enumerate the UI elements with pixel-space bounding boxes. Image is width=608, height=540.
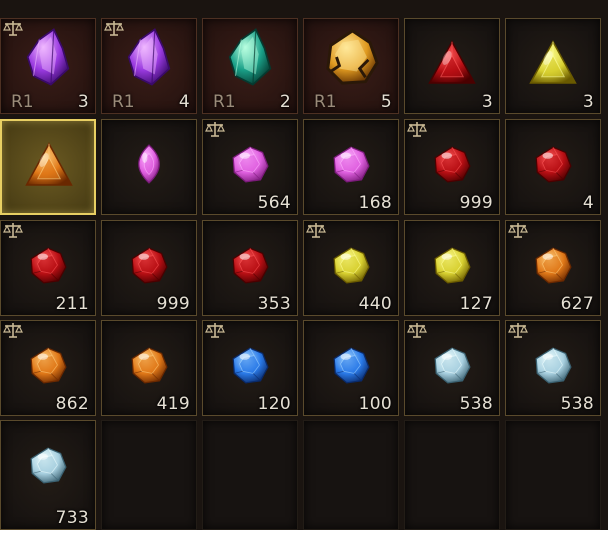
inventory-slot[interactable]: 211 bbox=[0, 220, 96, 316]
red-gem-icon bbox=[232, 247, 269, 284]
purple-crystal-icon bbox=[26, 28, 70, 86]
item-count: 733 bbox=[55, 508, 89, 528]
item-count: 211 bbox=[55, 294, 89, 314]
scale-icon bbox=[104, 21, 124, 36]
pink-marquise-gem-icon bbox=[138, 144, 160, 184]
item-count: 5 bbox=[380, 92, 392, 112]
item-count: 4 bbox=[582, 193, 594, 213]
pale-blue-gem-icon bbox=[434, 347, 471, 384]
item-count: 168 bbox=[358, 193, 392, 213]
rune-rank-label: R1 bbox=[314, 92, 337, 112]
item-count: 999 bbox=[156, 294, 190, 314]
inventory-slot[interactable]: R1 3 bbox=[0, 18, 96, 114]
item-count: 538 bbox=[560, 394, 594, 414]
pale-blue-gem-icon bbox=[30, 447, 67, 484]
blue-gem-icon bbox=[232, 347, 269, 384]
item-count: 999 bbox=[459, 193, 493, 213]
item-count: 100 bbox=[358, 394, 392, 414]
amber-crystal-icon bbox=[326, 29, 379, 85]
inventory-slot[interactable]: R1 4 bbox=[101, 18, 197, 114]
empty-slot[interactable] bbox=[101, 420, 197, 530]
item-count: 127 bbox=[459, 294, 493, 314]
inventory-slot[interactable]: 999 bbox=[101, 220, 197, 316]
scale-icon bbox=[407, 323, 427, 338]
scale-icon bbox=[306, 223, 326, 238]
scale-icon bbox=[508, 323, 528, 338]
blue-gem-icon bbox=[333, 347, 370, 384]
orange-gem-icon bbox=[535, 247, 572, 284]
item-count: 3 bbox=[582, 92, 594, 112]
inventory-slot[interactable]: 440 bbox=[303, 220, 399, 316]
item-count: 627 bbox=[560, 294, 594, 314]
red-gem-icon bbox=[30, 247, 67, 284]
empty-slot[interactable] bbox=[202, 420, 298, 530]
scale-icon bbox=[3, 323, 23, 338]
item-count: 564 bbox=[257, 193, 291, 213]
inventory-slot[interactable]: R1 5 bbox=[303, 18, 399, 114]
orange-gem-icon bbox=[30, 347, 67, 384]
red-gem-icon bbox=[434, 146, 471, 183]
inventory-grid: R1 3 R1 4 R1 2 R1 5 3 3 564 168 999 4 211 999 353 440 127 6… bbox=[0, 0, 608, 530]
yellow-gem-icon bbox=[333, 247, 370, 284]
inventory-slot[interactable]: 127 bbox=[404, 220, 500, 316]
inventory-slot[interactable]: 120 bbox=[202, 320, 298, 416]
scale-icon bbox=[3, 21, 23, 36]
inventory-slot[interactable]: 353 bbox=[202, 220, 298, 316]
inventory-slot[interactable]: 862 bbox=[0, 320, 96, 416]
purple-crystal-icon bbox=[127, 28, 171, 86]
yellow-gem-icon bbox=[434, 247, 471, 284]
inventory-slot[interactable] bbox=[0, 119, 96, 215]
rune-rank-label: R1 bbox=[213, 92, 236, 112]
pale-blue-gem-icon bbox=[535, 347, 572, 384]
rune-rank-label: R1 bbox=[112, 92, 135, 112]
inventory-slot[interactable]: 3 bbox=[404, 18, 500, 114]
item-count: 2 bbox=[279, 92, 291, 112]
item-count: 862 bbox=[55, 394, 89, 414]
inventory-slot[interactable]: 3 bbox=[505, 18, 601, 114]
inventory-slot[interactable]: 419 bbox=[101, 320, 197, 416]
green-crystal-icon bbox=[228, 28, 272, 86]
orange-triangle-gem-icon bbox=[25, 142, 73, 186]
scale-icon bbox=[205, 122, 225, 137]
item-count: 120 bbox=[257, 394, 291, 414]
item-count: 3 bbox=[481, 92, 493, 112]
inventory-slot[interactable]: 168 bbox=[303, 119, 399, 215]
empty-slot[interactable] bbox=[505, 420, 601, 530]
inventory-slot[interactable]: 100 bbox=[303, 320, 399, 416]
item-count: 538 bbox=[459, 394, 493, 414]
item-count: 353 bbox=[257, 294, 291, 314]
inventory-slot[interactable]: 538 bbox=[404, 320, 500, 416]
inventory-slot[interactable]: 999 bbox=[404, 119, 500, 215]
red-triangle-gem-icon bbox=[428, 40, 476, 84]
scale-icon bbox=[407, 122, 427, 137]
red-gem-icon bbox=[131, 247, 168, 284]
pink-gem-icon bbox=[232, 146, 269, 183]
yellow-triangle-gem-icon bbox=[529, 40, 577, 84]
inventory-slot[interactable]: 733 bbox=[0, 420, 96, 530]
inventory-slot[interactable] bbox=[101, 119, 197, 215]
empty-slot[interactable] bbox=[404, 420, 500, 530]
item-count: 440 bbox=[358, 294, 392, 314]
inventory-slot[interactable]: 4 bbox=[505, 119, 601, 215]
item-count: 419 bbox=[156, 394, 190, 414]
item-count: 3 bbox=[77, 92, 89, 112]
item-count: 4 bbox=[178, 92, 190, 112]
scale-icon bbox=[508, 223, 528, 238]
inventory-slot[interactable]: 564 bbox=[202, 119, 298, 215]
orange-gem-icon bbox=[131, 347, 168, 384]
rune-rank-label: R1 bbox=[11, 92, 34, 112]
scale-icon bbox=[3, 223, 23, 238]
pink-gem-icon bbox=[333, 146, 370, 183]
empty-slot[interactable] bbox=[303, 420, 399, 530]
scale-icon bbox=[205, 323, 225, 338]
inventory-slot[interactable]: 627 bbox=[505, 220, 601, 316]
red-gem-icon bbox=[535, 146, 572, 183]
inventory-slot[interactable]: R1 2 bbox=[202, 18, 298, 114]
inventory-slot[interactable]: 538 bbox=[505, 320, 601, 416]
